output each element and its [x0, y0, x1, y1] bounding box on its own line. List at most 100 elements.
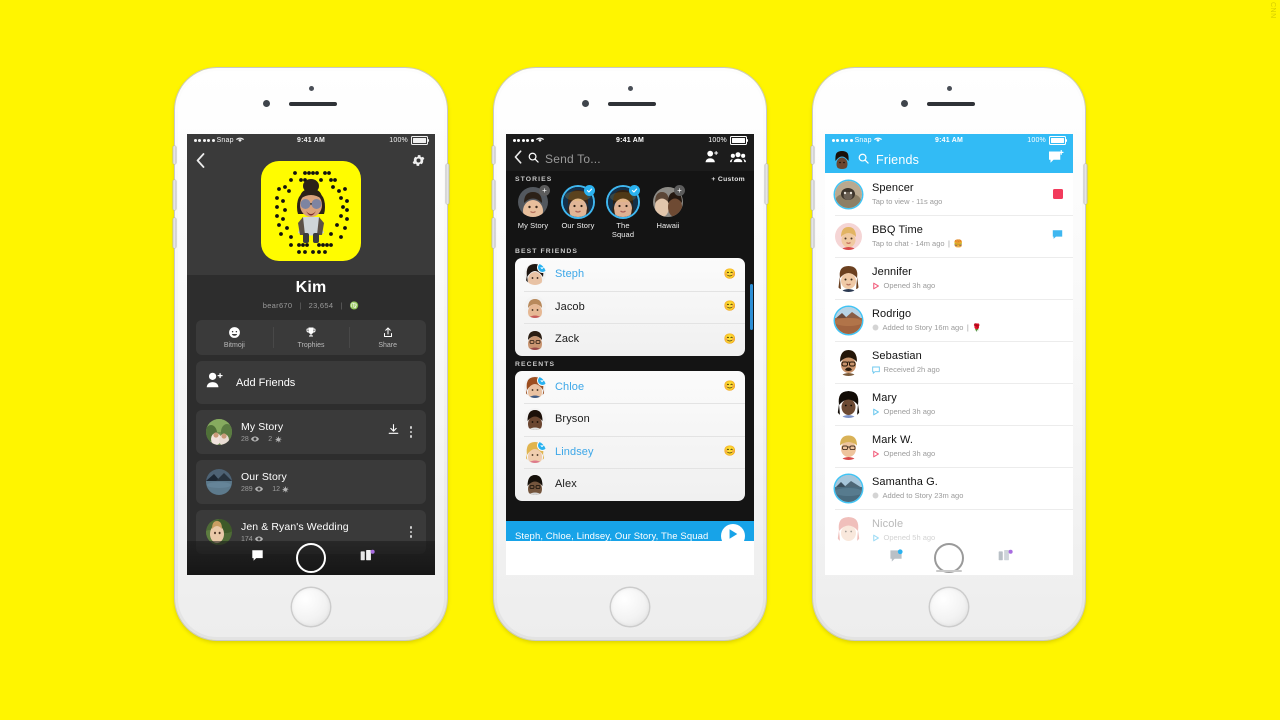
search-icon[interactable]	[858, 151, 869, 169]
scrollbar[interactable]	[750, 284, 753, 330]
share-button[interactable]: Share	[349, 320, 426, 355]
story-chip-hawaii[interactable]: + Hawaii	[650, 185, 686, 239]
profile-actions: Bitmoji Trophies Share	[196, 320, 426, 355]
story-stats: 289 12	[241, 485, 416, 493]
bitmoji-label: Bitmoji	[223, 342, 245, 349]
list-item[interactable]: Steph 😊	[515, 258, 745, 291]
friend-status-text: Opened 3h ago	[883, 407, 936, 416]
friend-row-mark-w[interactable]: Mark W. Opened 3h ago	[825, 425, 1073, 467]
story-chip-the-squad[interactable]: The Squad	[605, 185, 641, 239]
friend-name: Nicole	[872, 518, 904, 530]
story-menu-icon[interactable]	[406, 426, 416, 438]
battery-icon	[730, 136, 748, 145]
friendship-emoji: 🌹	[972, 323, 982, 332]
chat-icon[interactable]	[889, 548, 904, 568]
trophies-button[interactable]: Trophies	[272, 320, 350, 355]
home-button[interactable]	[292, 588, 330, 626]
story-thumbnail	[206, 419, 232, 445]
list-item[interactable]: Lindsey 😊	[515, 435, 745, 469]
friend-text: Sebastian Received 2h ago	[872, 350, 1063, 374]
home-button[interactable]	[930, 588, 968, 626]
friend-row-sebastian[interactable]: Sebastian Received 2h ago	[825, 341, 1073, 383]
snapcode[interactable]	[261, 161, 361, 261]
selected-check-icon	[629, 185, 640, 196]
snap-score: 23,654	[308, 301, 334, 310]
story-row-our-story[interactable]: Our Story 289 12	[196, 460, 426, 504]
friend-row-samantha-g[interactable]: Samantha G. Added to Story 23m ago	[825, 467, 1073, 509]
story-avatar	[563, 185, 595, 217]
status-divider: |	[948, 239, 950, 248]
story-screenshot-count: 12	[272, 485, 280, 493]
gear-icon[interactable]	[411, 153, 426, 168]
add-friends-row[interactable]: Add Friends	[196, 361, 426, 404]
avatar	[524, 375, 546, 398]
volume-up-button[interactable]	[492, 180, 495, 210]
volume-down-button[interactable]	[173, 218, 176, 248]
list-item[interactable]: Jacob 😊	[515, 290, 745, 324]
back-icon[interactable]	[514, 149, 522, 169]
avatar	[524, 408, 546, 431]
volume-up-button[interactable]	[173, 180, 176, 210]
friendship-emoji: 😊	[723, 268, 736, 280]
avatar[interactable]	[833, 151, 851, 169]
add-story-badge-icon: +	[539, 185, 550, 196]
shutter-icon[interactable]	[296, 543, 326, 573]
story-chip-my-story[interactable]: + My Story	[515, 185, 551, 239]
story-thumbnail	[206, 469, 232, 495]
new-chat-icon[interactable]	[1048, 150, 1065, 170]
friend-row-rodrigo[interactable]: Rodrigo Added to Story 16m ago | 🌹	[825, 299, 1073, 341]
best-friends-header: BEST FRIENDS	[506, 243, 754, 258]
list-item[interactable]: Chloe 😊	[515, 371, 745, 404]
story-stats: 28 2	[241, 435, 381, 443]
add-person-icon[interactable]	[705, 150, 720, 168]
friend-row-mary[interactable]: Mary Opened 3h ago	[825, 383, 1073, 425]
share-upload-icon	[349, 326, 426, 339]
avatar	[835, 474, 862, 502]
power-button[interactable]	[446, 164, 449, 204]
story-views-count: 28	[241, 435, 249, 443]
mute-switch[interactable]	[492, 146, 495, 164]
selected-check-icon	[537, 440, 546, 451]
chat-icon[interactable]	[251, 549, 264, 567]
group-people-icon[interactable]	[730, 150, 746, 168]
custom-story-button[interactable]: + Custom	[711, 176, 745, 183]
volume-down-button[interactable]	[492, 218, 495, 248]
friend-status-text: Added to Story 16m ago	[882, 323, 964, 332]
power-button[interactable]	[1084, 164, 1087, 204]
avatar	[524, 473, 546, 496]
back-icon[interactable]	[196, 153, 205, 172]
friend-name: Sebastian	[872, 350, 922, 362]
friend-name: Alex	[555, 478, 577, 491]
story-text: My Story 28 2	[241, 421, 381, 443]
mute-switch[interactable]	[811, 146, 814, 164]
friend-row-spencer[interactable]: Spencer Tap to view - 11s ago	[825, 173, 1073, 215]
list-item[interactable]: Zack 😊	[515, 323, 745, 356]
avatar	[835, 264, 862, 292]
power-button[interactable]	[765, 164, 768, 204]
search-input[interactable]: Send To...	[545, 152, 601, 166]
mute-switch[interactable]	[173, 146, 176, 164]
bitmoji-button[interactable]: Bitmoji	[196, 320, 273, 355]
shutter-icon[interactable]	[934, 543, 964, 573]
stories-icon[interactable]	[360, 549, 376, 567]
list-item[interactable]: Alex	[515, 468, 745, 501]
unread-chat-indicator	[1052, 227, 1063, 245]
meta-divider: |	[299, 301, 302, 310]
download-icon[interactable]	[381, 423, 406, 441]
avatar	[835, 222, 862, 250]
friend-status-text: Opened 3h ago	[883, 449, 936, 458]
friendship-emoji: 🍔	[953, 239, 963, 248]
story-chip-our-story[interactable]: Our Story	[560, 185, 596, 239]
volume-down-button[interactable]	[811, 218, 814, 248]
friend-row-jennifer[interactable]: Jennifer Opened 3h ago	[825, 257, 1073, 299]
stories-icon[interactable]	[998, 549, 1014, 567]
home-indicator	[936, 570, 962, 572]
home-button[interactable]	[611, 588, 649, 626]
story-menu-icon[interactable]	[406, 526, 416, 538]
friendship-emoji: 😊	[723, 333, 736, 345]
volume-up-button[interactable]	[811, 180, 814, 210]
list-item[interactable]: Bryson	[515, 403, 745, 436]
story-row-my-story[interactable]: My Story 28 2	[196, 410, 426, 454]
story-screenshots: 12	[272, 485, 290, 493]
friend-row-bbq-time[interactable]: BBQ Time Tap to chat - 14m ago | 🍔	[825, 215, 1073, 257]
